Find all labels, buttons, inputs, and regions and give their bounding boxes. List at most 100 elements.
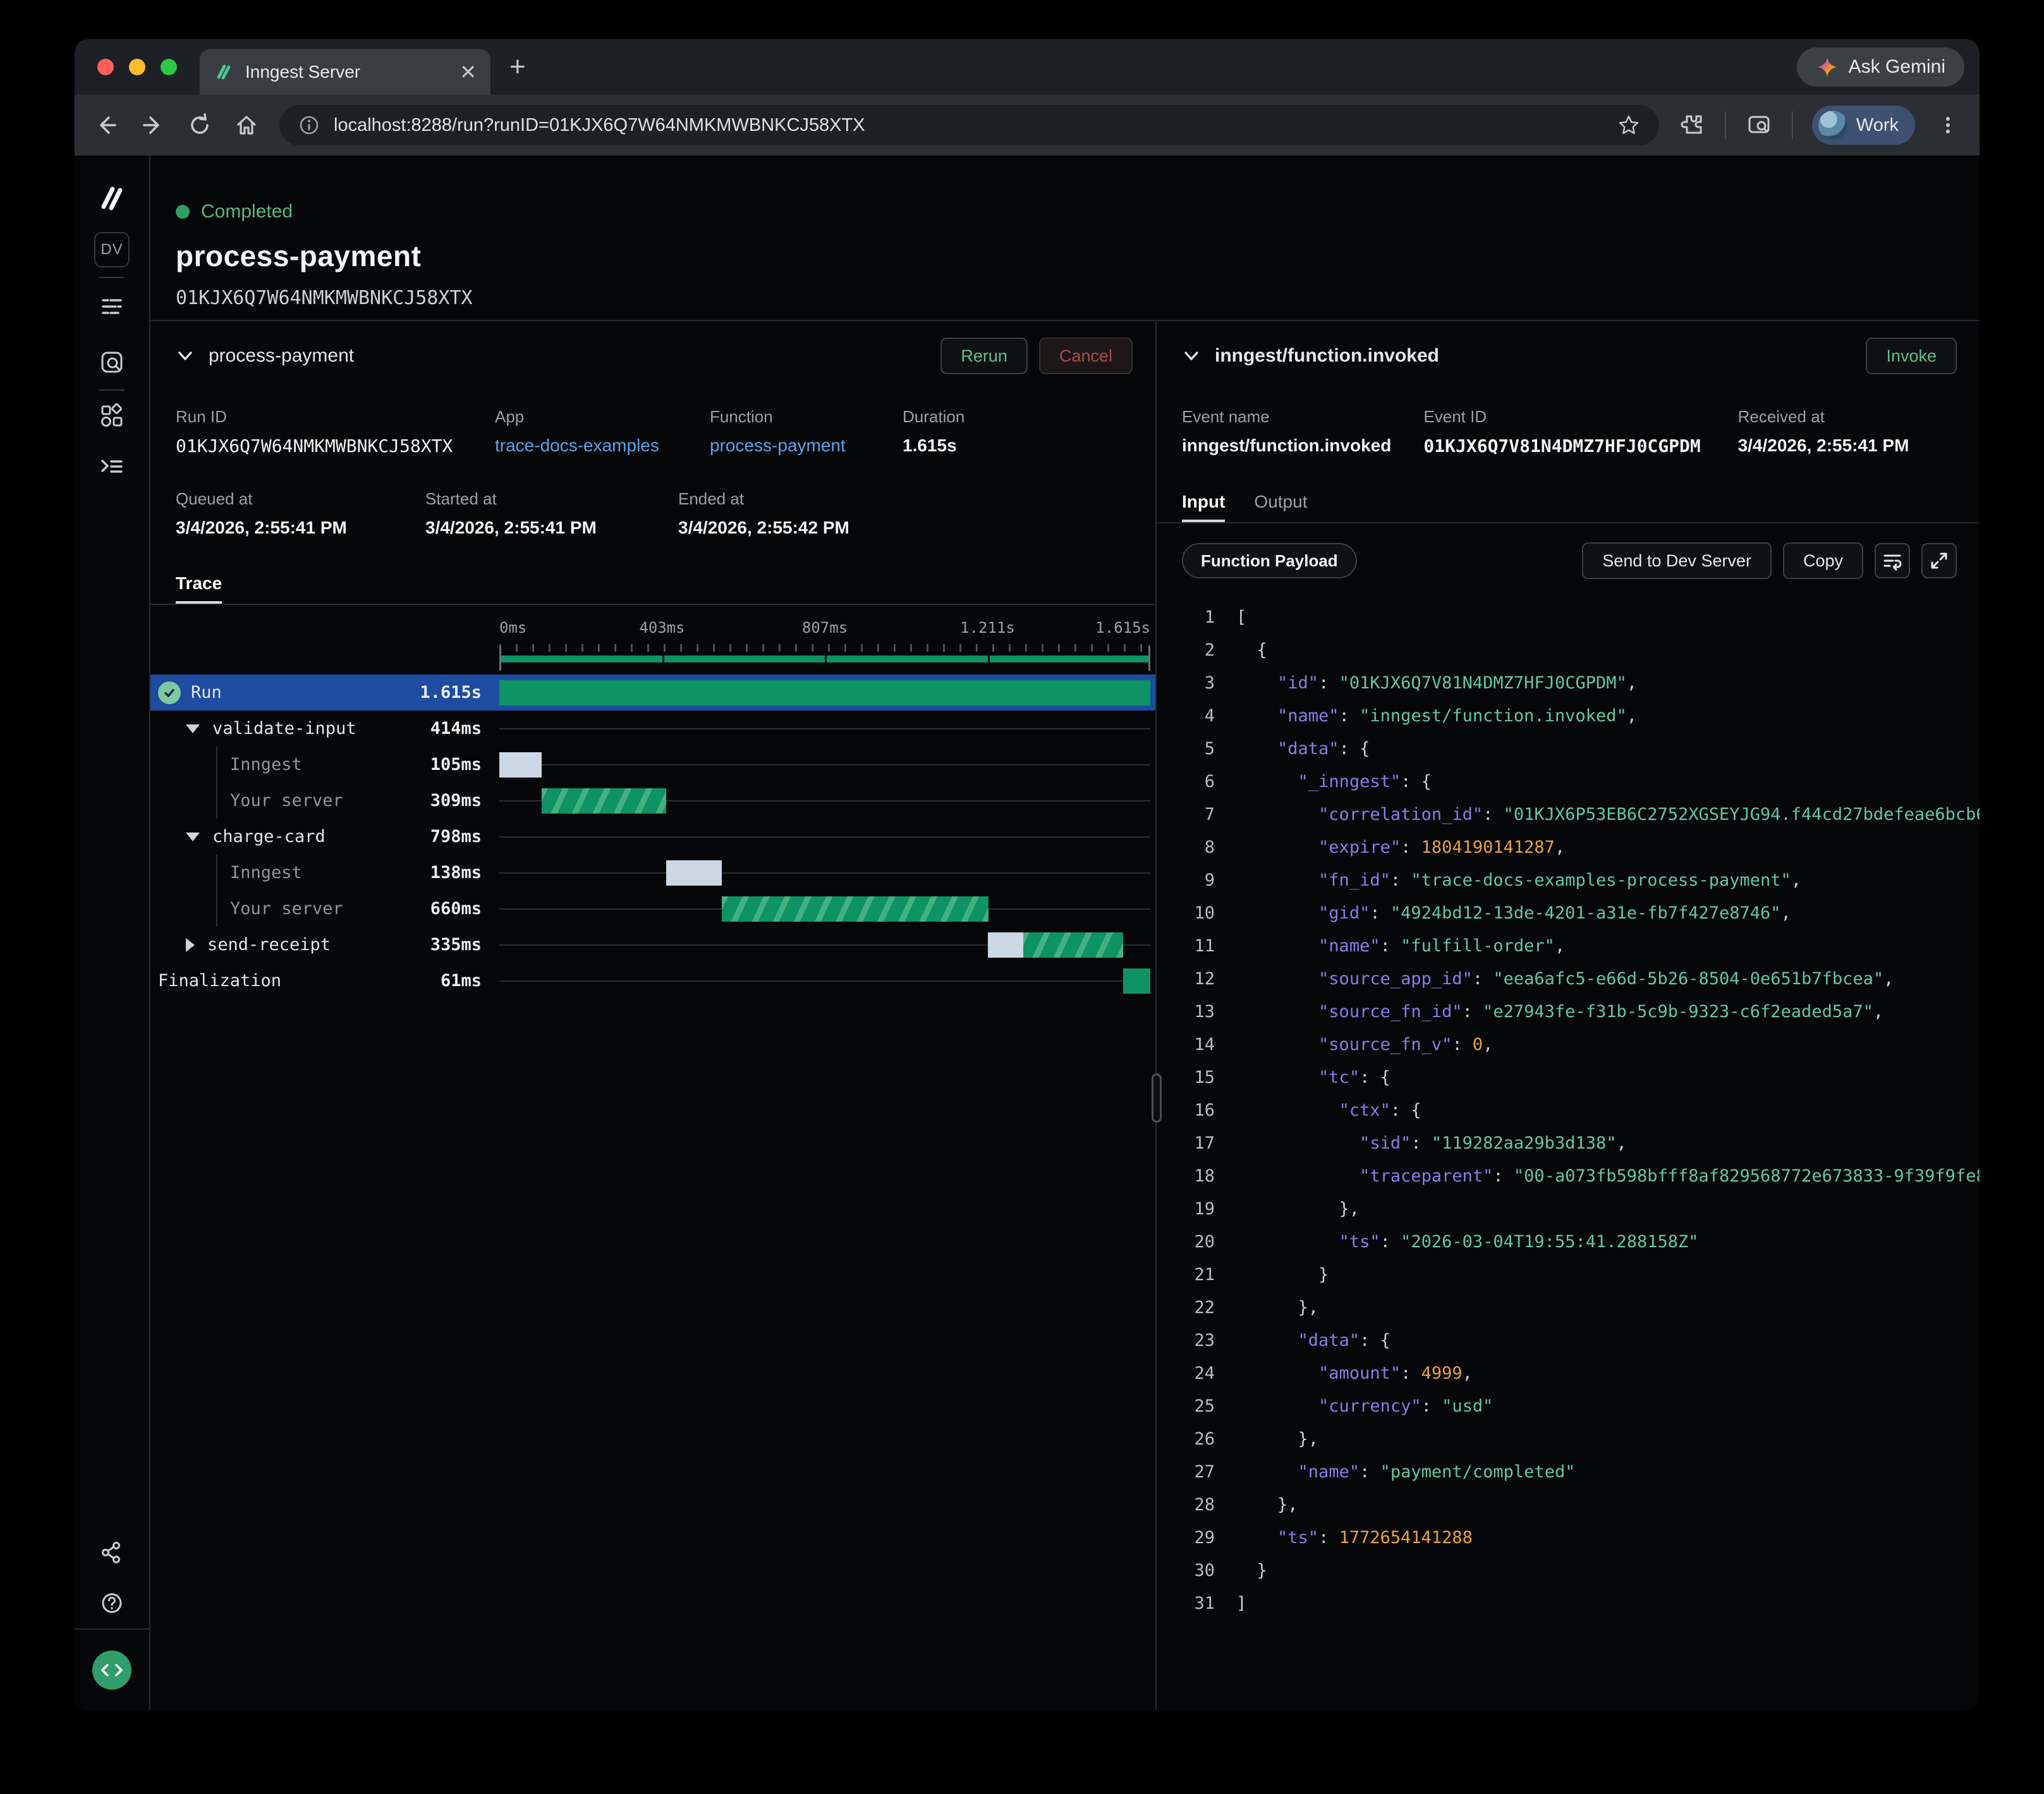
axis-tick-label: 0ms: [499, 619, 526, 637]
line-number: 15: [1182, 1068, 1215, 1087]
new-tab-button[interactable]: +: [509, 51, 526, 83]
word-wrap-button[interactable]: [1875, 543, 1910, 578]
code-line: 29 "ts": 1772654141288: [1182, 1521, 1980, 1554]
terminal-list-icon: [99, 453, 125, 480]
tab-trace[interactable]: Trace: [176, 573, 222, 604]
trace-row-your-server[interactable]: Your server660ms: [150, 891, 1155, 927]
expand-step-icon[interactable]: [186, 938, 195, 952]
profile-chip[interactable]: Work: [1812, 106, 1915, 145]
event-panel-title: inngest/function.invoked: [1215, 345, 1439, 367]
url-text[interactable]: localhost:8288/run?runID=01KJX6Q7W64NMKM…: [334, 115, 1603, 136]
browser-tab-strip: Inngest Server ✕ + Ask Gemini: [75, 39, 1980, 95]
collapse-step-icon[interactable]: [186, 833, 200, 841]
line-number: 11: [1182, 936, 1215, 956]
trace-row-charge-card[interactable]: charge-card798ms: [150, 819, 1155, 855]
code-line: 19 },: [1182, 1192, 1980, 1225]
tab-search-icon[interactable]: [1745, 111, 1773, 139]
payload-code-viewer[interactable]: 1[2 {3 "id": "01KJX6Q7V81N4DMZ7HFJ0CGPDM…: [1157, 601, 1980, 1711]
step-name: Run: [191, 683, 222, 702]
send-to-dev-server-button[interactable]: Send to Dev Server: [1582, 542, 1772, 579]
trace-row-inngest[interactable]: Inngest105ms: [150, 747, 1155, 783]
help-button[interactable]: [99, 1578, 125, 1628]
run-meta-row-2: Queued at3/4/2026, 2:55:41 PMStarted at3…: [150, 489, 1155, 538]
bookmark-star-icon[interactable]: [1617, 114, 1640, 137]
code-line: 31]: [1182, 1587, 1980, 1620]
line-number: 25: [1182, 1396, 1215, 1416]
expand-button[interactable]: [1921, 543, 1957, 578]
trace-row-validate-input[interactable]: validate-input414ms: [150, 711, 1155, 747]
ask-gemini-button[interactable]: Ask Gemini: [1797, 47, 1964, 87]
inngest-logo[interactable]: [95, 174, 128, 223]
extensions-icon[interactable]: [1678, 111, 1706, 139]
invoke-button[interactable]: Invoke: [1866, 338, 1957, 374]
sidebar-item-events[interactable]: [99, 335, 125, 389]
step-name: Your server: [230, 791, 343, 810]
site-info-icon[interactable]: [298, 114, 320, 136]
code-line: 15 "tc": {: [1182, 1061, 1980, 1094]
forward-button[interactable]: [139, 111, 167, 139]
trace-row-run[interactable]: Run1.615s: [150, 674, 1155, 711]
trace-row-inngest[interactable]: Inngest138ms: [150, 855, 1155, 891]
axis-tick-label: 1.615s: [1095, 619, 1150, 637]
span-bar-solid: [1123, 968, 1150, 994]
tab-input[interactable]: Input: [1182, 492, 1225, 522]
tab-output[interactable]: Output: [1254, 492, 1307, 522]
code-line: 6 "_inngest": {: [1182, 765, 1980, 798]
meta-started-at: Started at3/4/2026, 2:55:41 PM: [425, 489, 678, 538]
trace-row-your-server[interactable]: Your server309ms: [150, 783, 1155, 819]
copy-button[interactable]: Copy: [1783, 542, 1863, 579]
child-connector-line: [216, 783, 217, 819]
line-number: 24: [1182, 1364, 1215, 1383]
trace-row-finalization[interactable]: Finalization61ms: [150, 963, 1155, 999]
function-payload-pill[interactable]: Function Payload: [1182, 543, 1357, 578]
payload-toolbar: Function Payload Send to Dev Server Copy: [1157, 523, 1980, 579]
run-meta-row-1: Run ID01KJX6Q7W64NMKMWBNKCJ58XTXApptrace…: [150, 407, 1155, 456]
home-button[interactable]: [233, 111, 260, 139]
cancel-button[interactable]: Cancel: [1039, 338, 1133, 374]
line-number: 9: [1182, 870, 1215, 890]
code-line: 4 "name": "inngest/function.invoked",: [1182, 699, 1980, 732]
span-bar-queue: [666, 860, 722, 886]
line-number: 19: [1182, 1199, 1215, 1219]
code-line: 28 },: [1182, 1488, 1980, 1521]
collapse-step-icon[interactable]: [186, 724, 200, 733]
sidebar-item-runs[interactable]: [99, 278, 125, 335]
timeline-ruler[interactable]: [499, 644, 1150, 674]
step-name: Finalization: [158, 971, 281, 991]
browser-tab[interactable]: Inngest Server ✕: [200, 49, 490, 95]
sidebar-item-functions[interactable]: [99, 441, 125, 492]
line-number: 10: [1182, 903, 1215, 923]
minimize-window-button[interactable]: [129, 59, 145, 75]
panel-resize-handle[interactable]: [1152, 1073, 1162, 1123]
meta-event-id: Event ID01KJX6Q7V81N4DMZ7HFJ0CGPDM: [1423, 407, 1737, 456]
trace-row-send-receipt[interactable]: send-receipt335ms: [150, 927, 1155, 963]
share-button[interactable]: [99, 1527, 125, 1578]
step-duration: 798ms: [430, 827, 499, 846]
sidebar-item-apps[interactable]: [99, 391, 125, 441]
rerun-button[interactable]: Rerun: [940, 338, 1028, 374]
reload-button[interactable]: [186, 111, 214, 139]
meta-run-id: Run ID01KJX6Q7W64NMKMWBNKCJ58XTX: [176, 407, 495, 456]
step-name: Inngest: [230, 755, 302, 774]
meta-ended-at: Ended at3/4/2026, 2:55:42 PM: [678, 489, 931, 538]
axis-tick-label: 1.211s: [960, 619, 1015, 637]
back-button[interactable]: [92, 111, 120, 139]
line-number: 16: [1182, 1101, 1215, 1120]
dev-tools-button[interactable]: [92, 1630, 131, 1711]
close-window-button[interactable]: [97, 59, 114, 75]
success-check-icon: [158, 681, 181, 704]
url-bar[interactable]: localhost:8288/run?runID=01KJX6Q7W64NMKM…: [279, 105, 1659, 145]
collapse-chevron-icon[interactable]: [176, 346, 195, 365]
env-badge[interactable]: DV: [94, 223, 130, 277]
status-badge: Completed: [201, 201, 293, 223]
code-line: 24 "amount": 4999,: [1182, 1357, 1980, 1389]
close-tab-icon[interactable]: ✕: [459, 62, 477, 82]
maximize-window-button[interactable]: [161, 59, 177, 75]
event-collapse-chevron-icon[interactable]: [1182, 346, 1201, 365]
run-id: 01KJX6Q7W64NMKMWBNKCJ58XTX: [176, 287, 1980, 309]
code-line: 9 "fn_id": "trace-docs-examples-process-…: [1182, 863, 1980, 896]
code-line: 5 "data": {: [1182, 732, 1980, 765]
meta-queued-at: Queued at3/4/2026, 2:55:41 PM: [176, 489, 425, 538]
browser-menu-icon[interactable]: [1934, 111, 1962, 139]
code-line: 14 "source_fn_v": 0,: [1182, 1028, 1980, 1061]
